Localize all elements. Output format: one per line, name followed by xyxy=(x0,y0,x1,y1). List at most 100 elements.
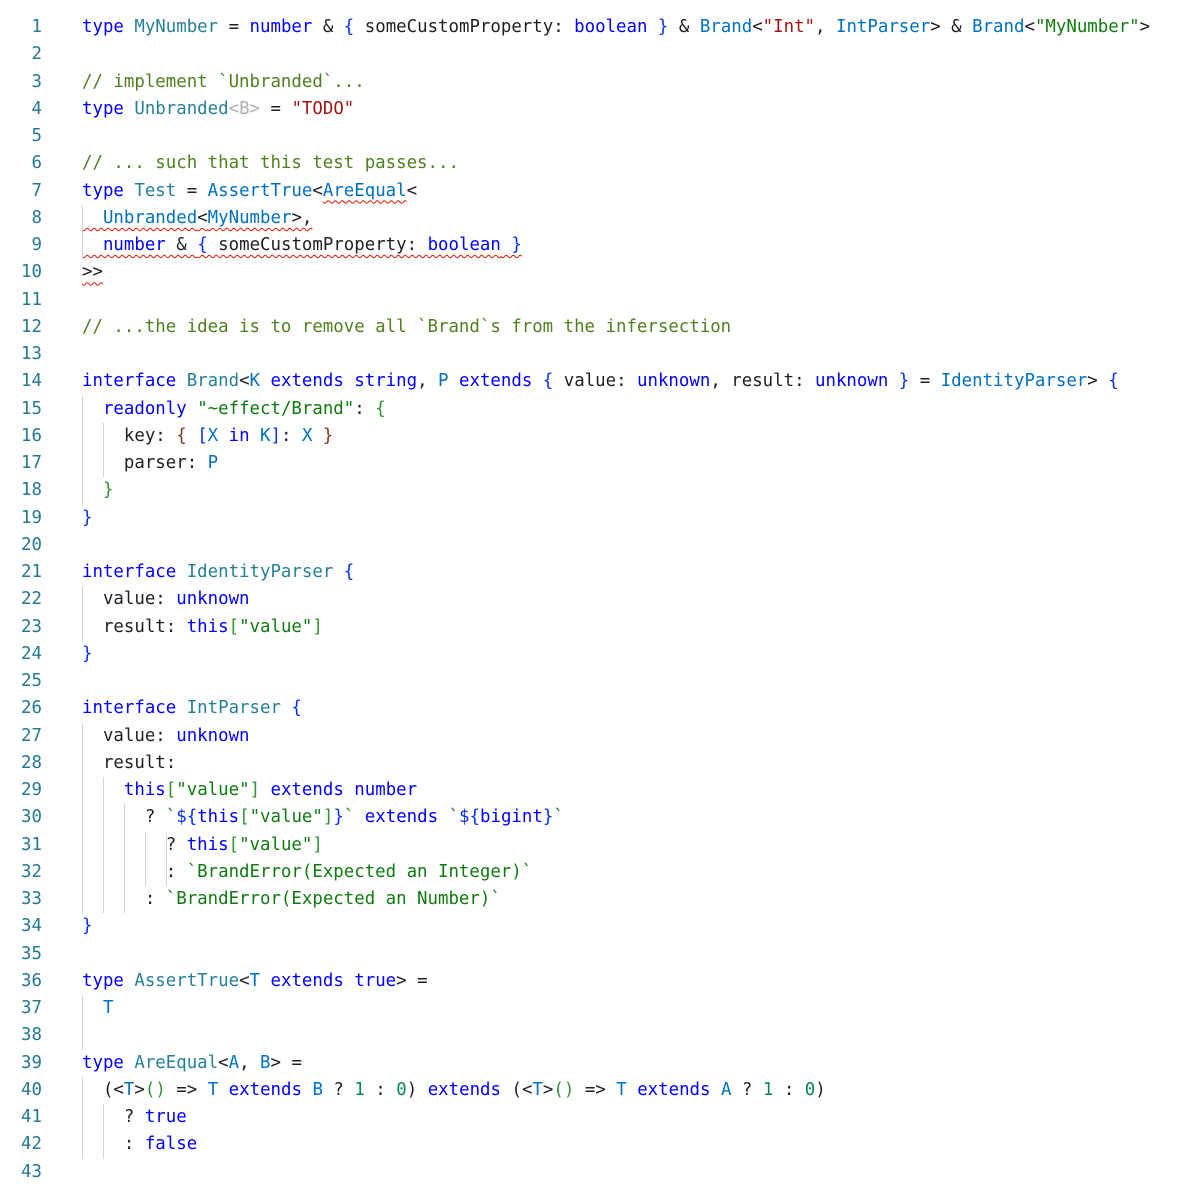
code-line[interactable]: 15 readonly "~effect/Brand": { xyxy=(0,396,1200,423)
code-line[interactable]: 4 type Unbranded<B> = "TODO" xyxy=(0,96,1200,123)
code-line[interactable]: 3 // implement `Unbranded`... xyxy=(0,69,1200,96)
code-token: ` xyxy=(343,807,355,828)
error-token: MyNumber xyxy=(207,207,292,228)
code-line[interactable]: 39 type AreEqual<A, B> = xyxy=(0,1050,1200,1077)
code-text: type Test = AssertTrue<AreEqual< xyxy=(82,178,417,205)
code-line[interactable]: 6 // ... such that this test passes... xyxy=(0,150,1200,177)
line-number: 39 xyxy=(21,1052,42,1073)
code-line[interactable]: 36 type AssertTrue<T extends true> = xyxy=(0,968,1200,995)
code-text: } xyxy=(82,913,92,940)
code-token: => xyxy=(165,1079,208,1100)
code-text: value: unknown xyxy=(82,586,250,613)
code-line[interactable]: 33 : `BrandError(Expected an Number)` xyxy=(0,886,1200,913)
code-token: } xyxy=(647,17,669,37)
code-text: >> xyxy=(82,259,103,286)
code-line[interactable]: 12 // ...the idea is to remove all `Brand… xyxy=(0,314,1200,341)
code-line[interactable]: 30 ? `${this["value"]}` extends `${bigin… xyxy=(0,804,1200,831)
code-token: P xyxy=(207,453,219,473)
code-line[interactable]: 25 xyxy=(0,668,1200,695)
code-line[interactable]: 37 T xyxy=(0,995,1200,1022)
code-line[interactable]: 8 Unbranded<MyNumber>, xyxy=(0,205,1200,232)
code-token: IntParser xyxy=(186,698,281,719)
code-text: (<T>() => T extends B ? 1 : 0) extends (… xyxy=(82,1077,826,1104)
code-line[interactable]: 18 } xyxy=(0,477,1200,504)
code-token: [ xyxy=(228,834,240,855)
code-token: AssertTrue xyxy=(207,180,313,201)
code-line[interactable]: 31 ? this["value"] xyxy=(0,832,1200,859)
code-token: { xyxy=(542,371,564,392)
code-line[interactable]: 19} xyxy=(0,505,1200,532)
code-text: ? this["value"] xyxy=(82,832,323,859)
line-number: 13 xyxy=(21,344,42,364)
code-line[interactable]: 26 interface IntParser { xyxy=(0,695,1200,722)
code-token: ${ xyxy=(176,807,198,828)
code-token: T xyxy=(249,970,261,991)
code-text: interface IdentityParser { xyxy=(82,559,354,586)
code-line[interactable]: 34} xyxy=(0,913,1200,940)
error-token: & xyxy=(165,235,198,255)
code-line[interactable]: 20 xyxy=(0,532,1200,559)
code-line[interactable]: 29 this["value"] extends number xyxy=(0,777,1200,804)
code-token: "value" xyxy=(249,807,323,828)
code-token: A xyxy=(720,1079,732,1100)
code-token: result: xyxy=(82,752,177,773)
line-number: 18 xyxy=(21,480,42,501)
code-line[interactable]: 17 parser: P xyxy=(0,450,1200,477)
code-token: { xyxy=(280,698,302,719)
line-number: 6 xyxy=(31,153,42,174)
code-line[interactable]: 35 xyxy=(0,941,1200,968)
code-line[interactable]: 11 xyxy=(0,287,1200,314)
code-line[interactable]: 10 >> xyxy=(0,259,1200,286)
line-number: 15 xyxy=(21,398,42,419)
code-text: Unbranded<MyNumber>, xyxy=(82,205,312,232)
code-token: = xyxy=(176,180,208,201)
code-token: & xyxy=(312,17,344,37)
code-token: this xyxy=(186,834,229,855)
code-line[interactable]: 7 type Test = AssertTrue<AreEqual< xyxy=(0,178,1200,205)
code-line[interactable]: 9 number & { someCustomProperty: boolean… xyxy=(0,232,1200,259)
code-token: this xyxy=(123,780,166,800)
code-editor[interactable]: 1 type MyNumber = number & { someCustomPr… xyxy=(0,0,1200,1182)
code-line[interactable]: 1 type MyNumber = number & { someCustomPr… xyxy=(0,14,1200,41)
code-token: result: xyxy=(82,616,187,637)
code-token: 0 xyxy=(804,1079,816,1100)
code-token: ] xyxy=(312,616,323,637)
code-token: Brand xyxy=(972,17,1025,37)
code-line[interactable]: 5 xyxy=(0,123,1200,150)
code-line[interactable]: 41 ? true xyxy=(0,1104,1200,1131)
code-text: type MyNumber = number & { someCustomPro… xyxy=(82,14,1150,41)
code-token: > xyxy=(1087,371,1109,392)
code-token: < xyxy=(113,1079,124,1100)
code-line[interactable]: 22 value: unknown xyxy=(0,586,1200,613)
line-number: 32 xyxy=(21,861,42,882)
line-number: 2 xyxy=(31,44,42,65)
code-token: ` xyxy=(448,807,460,828)
code-token: extends xyxy=(354,807,449,828)
code-line[interactable]: 14 interface Brand<K extends string, P ex… xyxy=(0,368,1200,395)
indent-guide xyxy=(103,422,104,478)
code-line[interactable]: 24} xyxy=(0,641,1200,668)
code-text: // ...the idea is to remove all `Brand`s… xyxy=(82,314,731,341)
code-line[interactable]: 27 value: unknown xyxy=(0,723,1200,750)
code-line[interactable]: 13 xyxy=(0,341,1200,368)
code-token: ? xyxy=(731,1079,763,1100)
code-token: T xyxy=(123,1079,135,1100)
code-line[interactable]: 38 xyxy=(0,1022,1200,1049)
code-line[interactable]: 2 xyxy=(0,41,1200,68)
code-text: : `BrandError(Expected an Number)` xyxy=(82,886,501,913)
code-token: T xyxy=(102,998,114,1018)
code-line[interactable]: 28 result: xyxy=(0,750,1200,777)
code-line[interactable]: 43 xyxy=(0,1159,1200,1186)
indent-guide xyxy=(82,204,83,260)
code-token: number xyxy=(354,780,418,800)
code-line[interactable]: 42 : false xyxy=(0,1131,1200,1158)
code-token: > xyxy=(134,1079,145,1100)
code-line[interactable]: 40 (<T>() => T extends B ? 1 : 0) extend… xyxy=(0,1077,1200,1104)
line-number: 34 xyxy=(21,916,42,937)
code-line[interactable]: 32 : `BrandError(Expected an Integer)` xyxy=(0,859,1200,886)
code-line[interactable]: 16 key: { [X in K]: X } xyxy=(0,423,1200,450)
code-line[interactable]: 21 interface IdentityParser { xyxy=(0,559,1200,586)
indent-guide xyxy=(82,1076,83,1159)
code-line[interactable]: 23 result: this["value"] xyxy=(0,614,1200,641)
